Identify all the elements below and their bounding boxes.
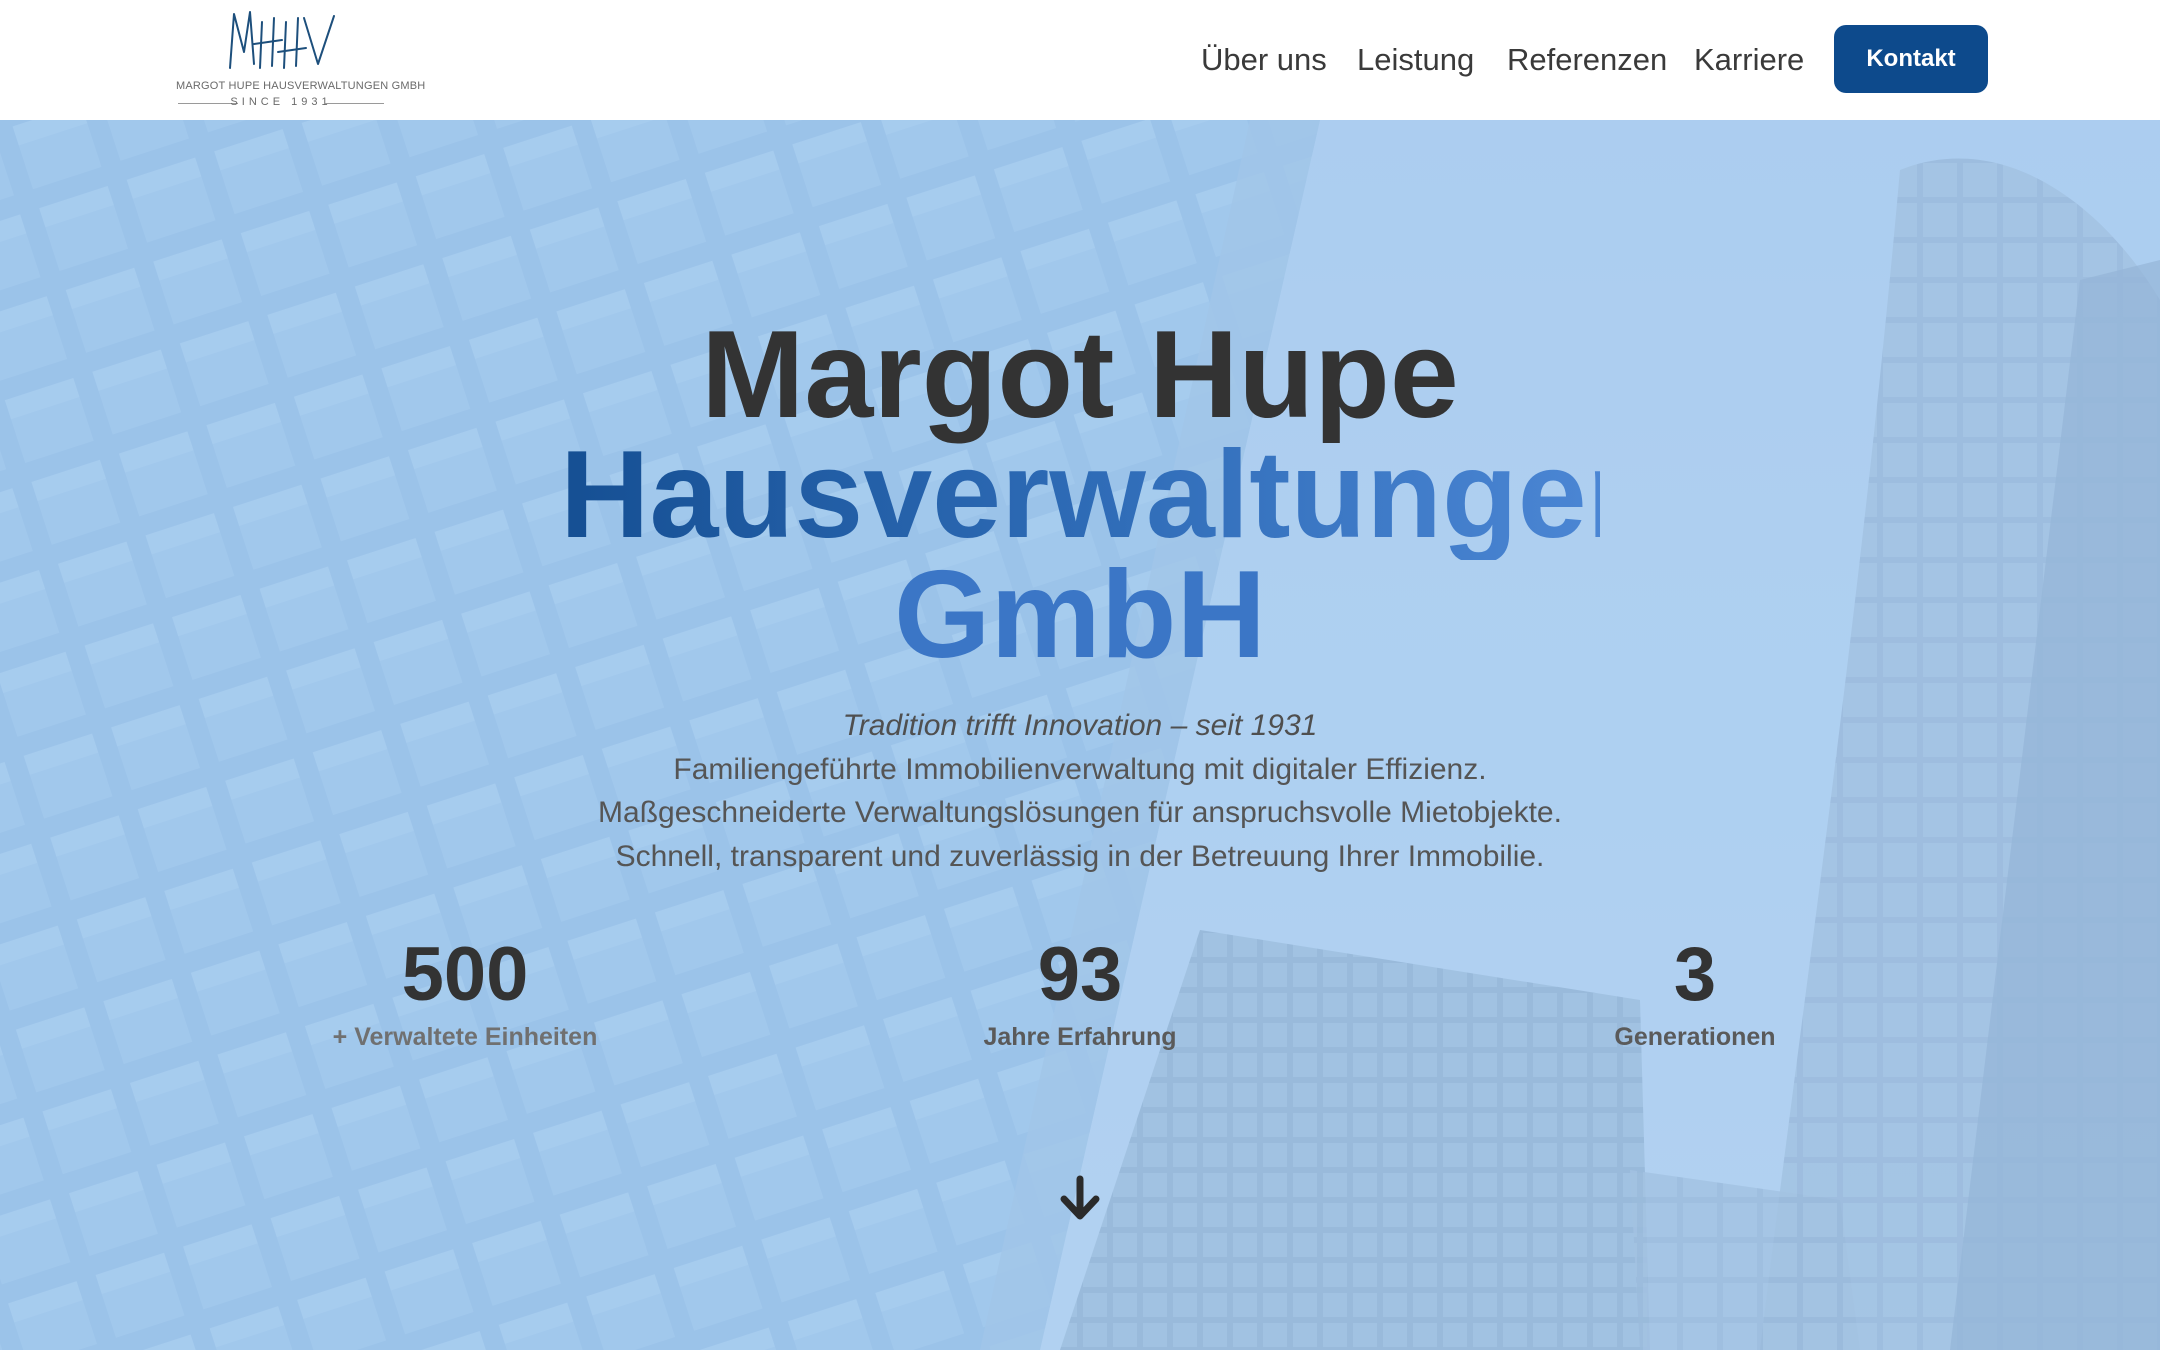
stat-years: 93 Jahre Erfahrung (880, 930, 1280, 1054)
stat-years-value: 93 (1037, 932, 1123, 1017)
company-logo[interactable]: MARGOT HUPE HAUSVERWALTUNGEN GMBH SINCE … (176, 8, 426, 108)
nav-leistung[interactable]: Leistung (1357, 38, 1474, 82)
stat-units-value: 500 (401, 932, 529, 1017)
hero-tagline: Tradition trifft Innovation – seit 1931 (842, 709, 1318, 742)
hero-description-line-2: Maßgeschneiderte Verwaltungslösungen für… (598, 796, 1562, 829)
logo-since-row: SINCE 1931 (176, 96, 386, 110)
stat-years-label: Jahre Erfahrung (983, 1023, 1177, 1051)
logo-monogram-icon (229, 11, 335, 69)
stat-generations-value: 3 (1673, 932, 1717, 1017)
stat-generations: 3 Generationen (1495, 930, 1895, 1054)
stat-generations-label: Generationen (1614, 1023, 1776, 1051)
hero-title-line-2: Hausverwaltungen (560, 426, 1663, 564)
stat-units: 500 + Verwaltete Einheiten (265, 930, 665, 1054)
kontakt-button[interactable]: Kontakt (1834, 25, 1988, 93)
nav-referenzen[interactable]: Referenzen (1507, 38, 1667, 82)
nav-ueber-uns[interactable]: Über uns (1201, 38, 1327, 82)
nav-karriere[interactable]: Karriere (1694, 38, 1804, 82)
hero-section: Margot Hupe Hausverwaltungen GmbH Tradit… (0, 120, 2160, 1350)
hero-title-line-3: GmbH (894, 546, 1266, 684)
site-header: MARGOT HUPE HAUSVERWALTUNGEN GMBH SINCE … (0, 0, 2160, 120)
hero-description-line-3: Schnell, transparent und zuverlässig in … (615, 840, 1545, 873)
hero-description-line-1: Familiengeführte Immobilienverwaltung mi… (673, 753, 1487, 786)
arrow-down-icon[interactable] (1058, 1175, 1102, 1223)
logo-since-text: SINCE 1931 (230, 96, 332, 108)
logo-divider-right (324, 103, 384, 104)
logo-company-name: MARGOT HUPE HAUSVERWALTUNGEN GMBH (176, 80, 426, 92)
hero-title-line-1: Margot Hupe (701, 306, 1459, 444)
stat-units-label: + Verwaltete Einheiten (332, 1023, 598, 1051)
